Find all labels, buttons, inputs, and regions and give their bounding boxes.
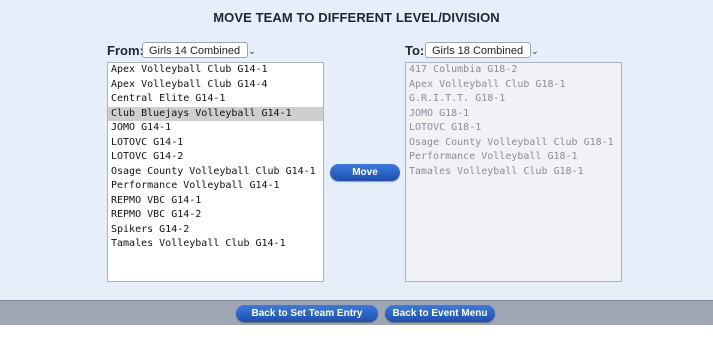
chevron-down-icon: ⌄ xyxy=(531,46,539,56)
list-item[interactable]: Tamales Volleyball Club G14-1 xyxy=(108,237,323,252)
from-division-select[interactable]: Girls 14 Combined ⌄ xyxy=(142,42,256,58)
back-to-event-menu-button[interactable]: Back to Event Menu xyxy=(385,305,495,322)
list-item[interactable]: G.R.I.T.T. G18-1 xyxy=(406,92,621,107)
list-item[interactable]: LOTOVC G18-1 xyxy=(406,121,621,136)
from-team-list[interactable]: Apex Volleyball Club G14-1 Apex Volleybal… xyxy=(107,62,324,282)
list-item[interactable]: JOMO G18-1 xyxy=(406,107,621,122)
chevron-down-icon: ⌄ xyxy=(248,46,256,56)
list-item[interactable]: Apex Volleyball Club G14-4 xyxy=(108,78,323,93)
page-title: MOVE TEAM TO DIFFERENT LEVEL/DIVISION xyxy=(213,10,500,25)
list-item[interactable]: LOTOVC G14-2 xyxy=(108,150,323,165)
list-item[interactable]: Osage County Volleyball Club G18-1 xyxy=(406,136,621,151)
list-item[interactable]: Central Elite G14-1 xyxy=(108,92,323,107)
list-item[interactable]: REPMO VBC G14-1 xyxy=(108,194,323,209)
list-item[interactable]: 417 Columbia G18-2 xyxy=(406,63,621,78)
to-label: To: xyxy=(405,43,425,58)
list-item[interactable]: Osage County Volleyball Club G14-1 xyxy=(108,165,323,180)
to-division-value: Girls 18 Combined xyxy=(432,45,524,57)
list-item[interactable]: Club Bluejays Volleyball G14-1 xyxy=(108,106,323,121)
list-item[interactable]: Performance Volleyball G14-1 xyxy=(108,179,323,194)
move-button[interactable]: Move xyxy=(330,164,400,181)
from-label: From: xyxy=(107,43,144,58)
list-item[interactable]: Tamales Volleyball Club G18-1 xyxy=(406,165,621,180)
list-item[interactable]: LOTOVC G14-1 xyxy=(108,136,323,151)
list-item[interactable]: JOMO G14-1 xyxy=(108,121,323,136)
list-item[interactable]: REPMO VBC G14-2 xyxy=(108,208,323,223)
list-item[interactable]: Spikers G14-2 xyxy=(108,223,323,238)
to-division-select[interactable]: Girls 18 Combined ⌄ xyxy=(425,42,539,58)
list-item[interactable]: Apex Volleyball Club G14-1 xyxy=(108,63,323,78)
move-team-panel: MOVE TEAM TO DIFFERENT LEVEL/DIVISION Fr… xyxy=(0,0,713,300)
back-to-team-entry-status-button[interactable]: Back to Set Team Entry Status xyxy=(236,305,378,336)
list-item[interactable]: Apex Volleyball Club G18-1 xyxy=(406,78,621,93)
from-division-value: Girls 14 Combined xyxy=(149,45,241,57)
footer-bar: Back to Set Team Entry Status Back to Ev… xyxy=(0,300,713,336)
list-item[interactable]: Performance Volleyball G18-1 xyxy=(406,150,621,165)
to-team-list[interactable]: 417 Columbia G18-2 Apex Volleyball Club G… xyxy=(405,62,622,282)
